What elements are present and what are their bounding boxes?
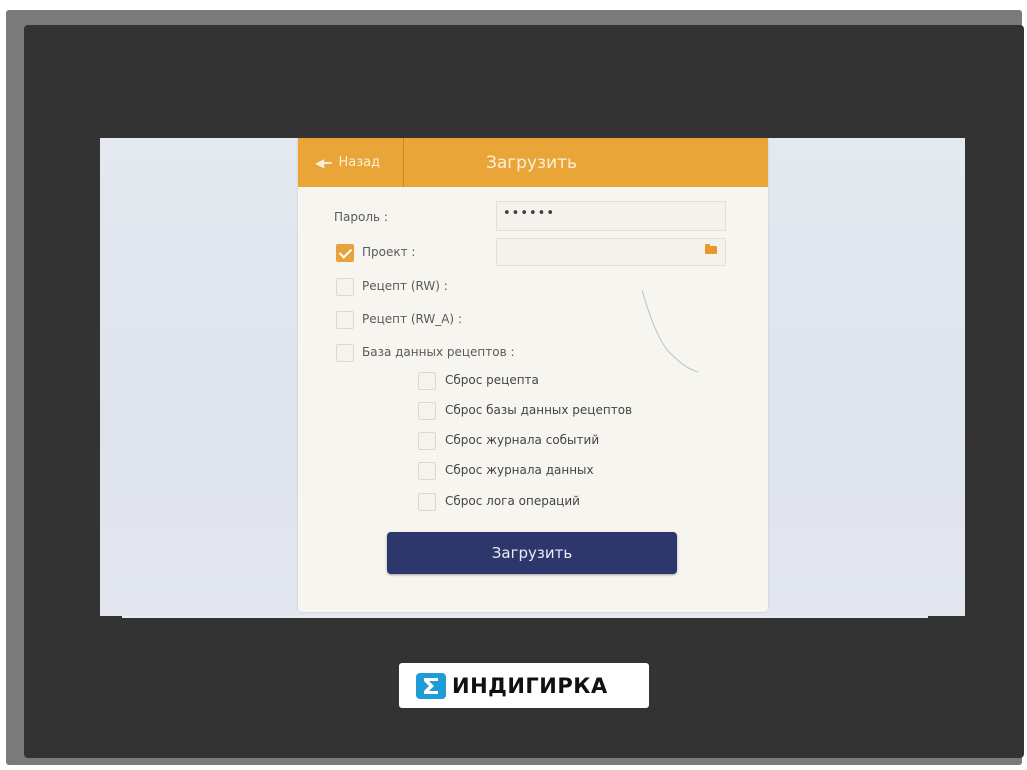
- reset-recipe-label: Сброс рецепта: [445, 373, 539, 387]
- sigma-icon: [416, 672, 446, 699]
- reset-data-log-label: Сброс журнала данных: [445, 463, 594, 477]
- reset-data-log-checkbox[interactable]: [418, 462, 436, 480]
- folder-icon[interactable]: [705, 244, 717, 254]
- dialog-header: ◀━ Назад Загрузить: [298, 138, 768, 187]
- brand-name: ИНДИГИРКА: [452, 673, 608, 698]
- password-value: ••••••: [503, 206, 556, 221]
- screen-scratch: [641, 289, 699, 373]
- upload-button[interactable]: Загрузить: [387, 532, 677, 574]
- recipe-rw-checkbox[interactable]: [336, 278, 354, 296]
- hmi-screen: ◀━ Назад Загрузить Пароль : •••••• Проек…: [100, 138, 965, 616]
- reset-event-log-checkbox[interactable]: [418, 432, 436, 450]
- reset-recipe-db-label: Сброс базы данных рецептов: [445, 403, 633, 417]
- recipe-db-label: База данных рецептов :: [362, 345, 515, 359]
- arrow-left-icon: ◀━: [315, 155, 332, 170]
- back-button[interactable]: ◀━ Назад: [298, 138, 404, 187]
- dialog-title: Загрузить: [485, 152, 578, 173]
- reset-operation-log-label: Сброс лога операций: [445, 494, 580, 508]
- screen-edge: [122, 616, 928, 618]
- project-path-field[interactable]: [496, 238, 726, 266]
- recipe-rw-a-checkbox[interactable]: [336, 311, 354, 329]
- password-field[interactable]: ••••••: [496, 201, 726, 231]
- reset-event-log-label: Сброс журнала событий: [445, 433, 600, 447]
- project-label: Проект :: [362, 245, 416, 259]
- reset-operation-log-checkbox[interactable]: [418, 493, 436, 511]
- photo-background: ◀━ Назад Загрузить Пароль : •••••• Проек…: [0, 0, 1027, 770]
- brand-watermark: ИНДИГИРКА: [399, 663, 649, 708]
- password-label: Пароль :: [334, 210, 388, 224]
- recipe-rw-a-label: Рецепт (RW_A) :: [362, 312, 462, 326]
- back-label: Назад: [338, 155, 381, 170]
- recipe-db-checkbox[interactable]: [336, 344, 354, 362]
- recipe-rw-label: Рецепт (RW) :: [362, 279, 448, 293]
- project-checkbox[interactable]: [336, 244, 354, 262]
- reset-recipe-checkbox[interactable]: [418, 372, 436, 390]
- reset-recipe-db-checkbox[interactable]: [418, 402, 436, 420]
